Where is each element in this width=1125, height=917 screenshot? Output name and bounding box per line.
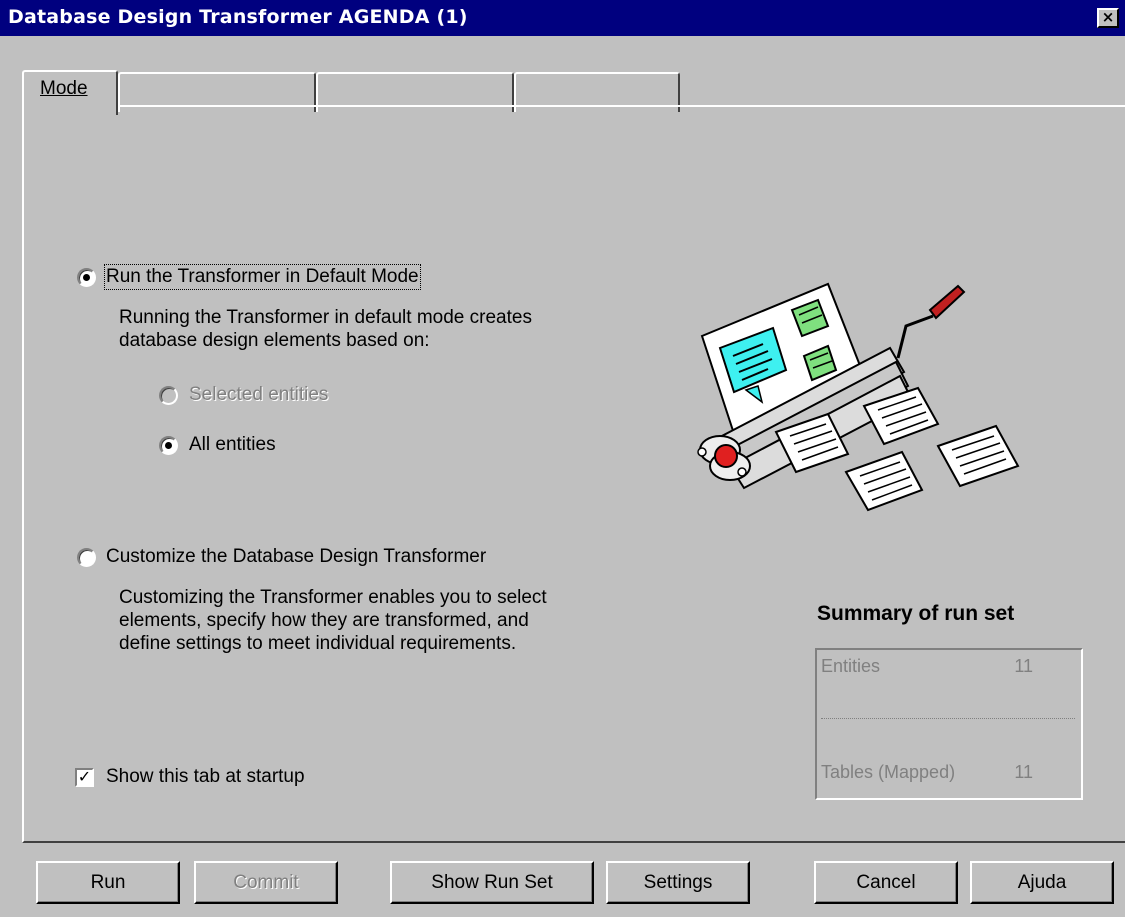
all-entities-label[interactable]: All entities [189, 434, 276, 456]
active-tab-joiner [24, 104, 116, 108]
summary-title: Summary of run set [817, 602, 1015, 625]
custom-desc-line-1: Customizing the Transformer enables you … [119, 587, 547, 608]
run-button[interactable]: Run [36, 861, 180, 904]
help-button-label: Ajuda [1017, 872, 1067, 893]
title-bar: Database Design Transformer AGENDA (1) × [0, 0, 1125, 36]
selected-entities-radio[interactable] [159, 386, 178, 405]
summary-box: Entities 11 Tables (Mapped) 11 [815, 648, 1083, 800]
commit-button[interactable]: Commit [194, 861, 338, 904]
show-run-set-button[interactable]: Show Run Set [390, 861, 594, 904]
tab-mode-label: Mode [40, 78, 88, 99]
close-icon: × [1101, 8, 1115, 26]
settings-button[interactable]: Settings [606, 861, 750, 904]
customize-description: Customizing the Transformer enables you … [119, 586, 547, 655]
show-tab-label[interactable]: Show this tab at startup [106, 766, 305, 788]
radio-selected-dot [83, 274, 90, 281]
summary-value-tables: 11 [1014, 762, 1033, 782]
default-mode-label[interactable]: Run the Transformer in Default Mode [104, 264, 421, 290]
run-button-label: Run [90, 872, 126, 893]
active-tab-edge [22, 104, 24, 108]
panel-top-edge [116, 105, 1125, 107]
summary-value-entities: 11 [1014, 656, 1033, 676]
summary-label-tables: Tables (Mapped) [821, 762, 956, 782]
customize-label[interactable]: Customize the Database Design Transforme… [106, 546, 486, 568]
transformer-machine-icon [697, 282, 1020, 512]
radio-selected-dot [165, 442, 172, 449]
tab-mode[interactable]: Mode [22, 70, 118, 115]
summary-label-entities: Entities [821, 656, 881, 676]
custom-desc-line-3: define settings to meet individual requi… [119, 633, 517, 654]
show-run-set-label: Show Run Set [431, 872, 553, 893]
cancel-button[interactable]: Cancel [814, 861, 958, 904]
cancel-button-label: Cancel [856, 872, 916, 893]
selected-entities-label[interactable]: Selected entities [189, 384, 328, 406]
close-button[interactable]: × [1097, 8, 1119, 28]
settings-button-label: Settings [643, 872, 713, 893]
all-entities-radio[interactable] [159, 436, 178, 455]
commit-button-label: Commit [233, 872, 299, 893]
show-tab-checkbox[interactable]: ✓ [75, 768, 94, 787]
window-title: Database Design Transformer AGENDA (1) [8, 6, 468, 28]
default-desc-line-2: database design elements based on: [119, 330, 430, 351]
default-mode-description: Running the Transformer in default mode … [119, 306, 532, 352]
default-mode-radio[interactable] [77, 268, 96, 287]
custom-desc-line-2: elements, specify how they are transform… [119, 610, 529, 631]
summary-divider [821, 718, 1075, 719]
customize-radio[interactable] [77, 548, 96, 567]
help-button[interactable]: Ajuda [970, 861, 1114, 904]
default-desc-line-1: Running the Transformer in default mode … [119, 307, 532, 328]
check-icon: ✓ [77, 769, 92, 786]
